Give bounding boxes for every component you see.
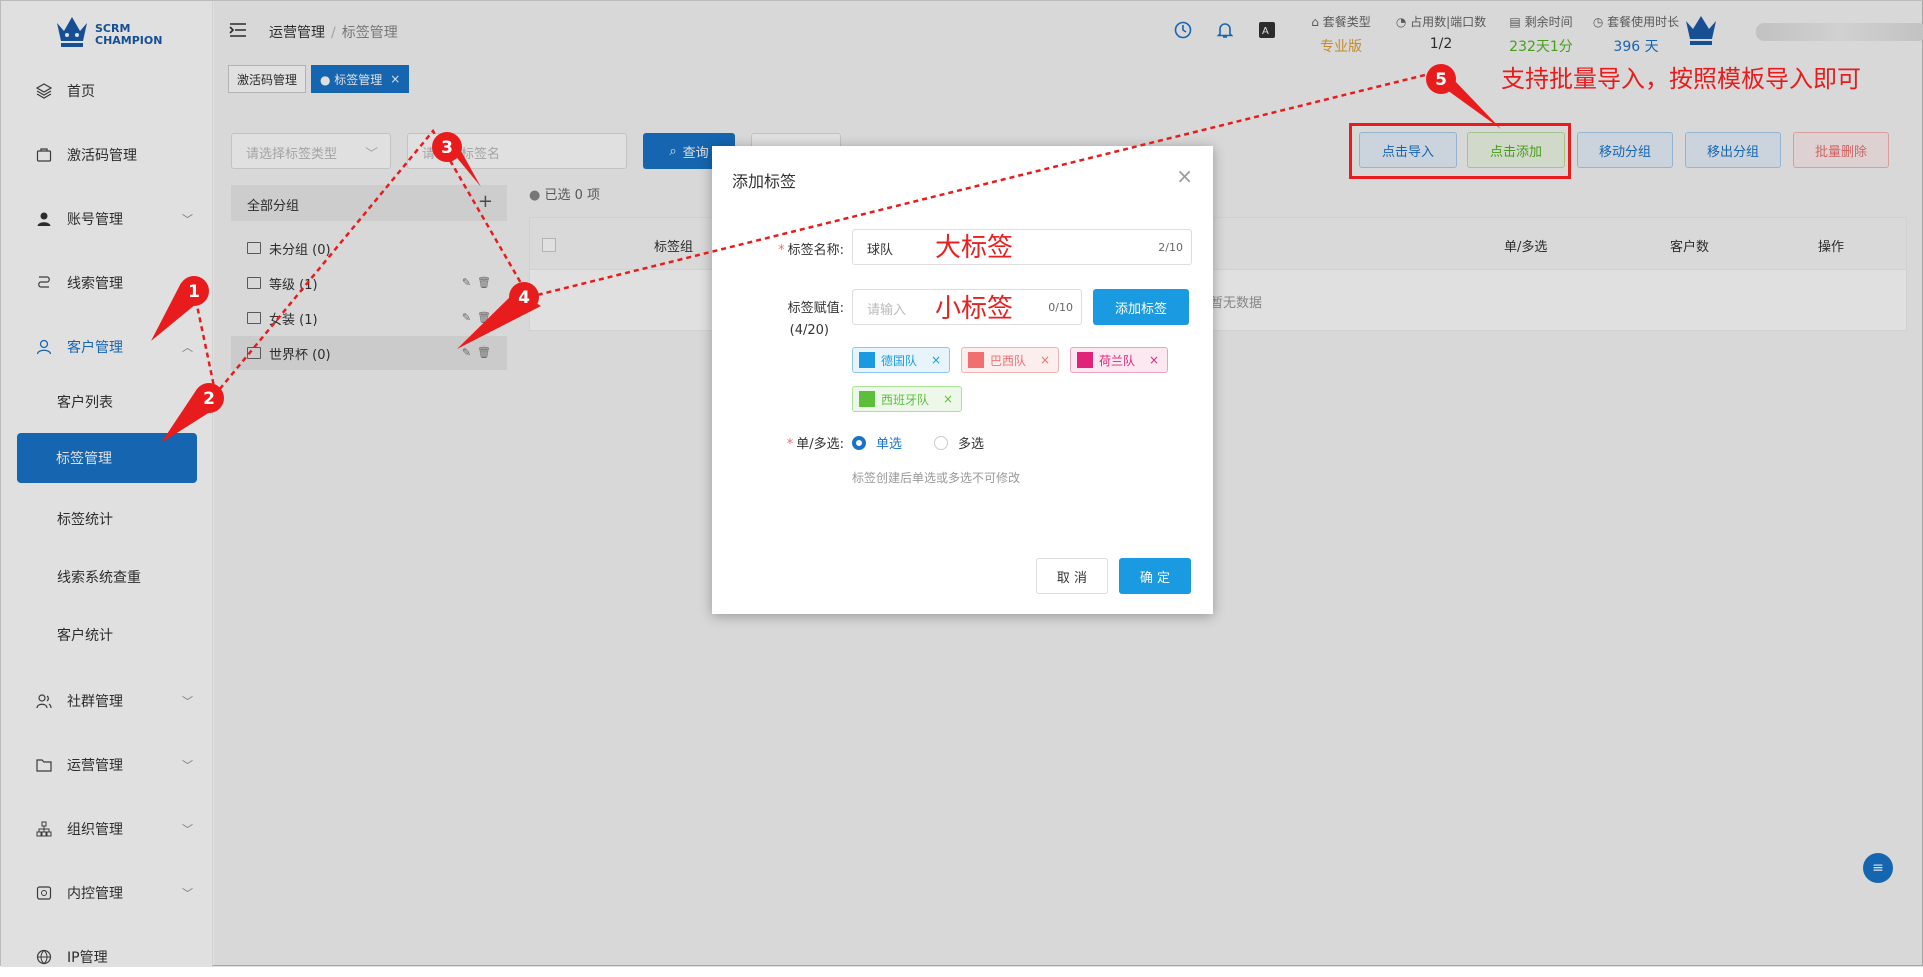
input-value: 球队 <box>867 243 894 258</box>
tag-chip: 西班牙队 × <box>852 386 963 412</box>
close-icon[interactable]: × <box>943 392 953 406</box>
tag-value-label: 标签赋值: (4/20) <box>732 298 844 342</box>
color-swatch[interactable] <box>968 352 984 368</box>
radio-indicator <box>852 435 866 450</box>
radio-label: 多选 <box>958 437 985 452</box>
button-label: 添加标签 <box>1114 301 1167 317</box>
chip-label: 西班牙队 <box>881 392 930 407</box>
label-count: (4/20) <box>789 323 829 338</box>
multi-select-radio[interactable]: 多选 <box>934 433 984 452</box>
required-mark: * <box>778 243 785 258</box>
char-count: 0/10 <box>1048 301 1073 314</box>
annotation-highlight-box <box>1349 123 1571 179</box>
dialog-title: 添加标签 <box>732 172 797 191</box>
add-tag-value-button[interactable]: 添加标签 <box>1093 289 1189 325</box>
radio-label: 单选 <box>876 437 903 452</box>
app-window: SCRM CHAMPION 首页 激活码管理 账号管理 ﹀ 线索管理 客户管理 … <box>0 0 1923 967</box>
single-select-radio[interactable]: 单选 <box>852 433 902 452</box>
radio-indicator <box>934 435 948 450</box>
color-swatch[interactable] <box>1077 352 1093 368</box>
label-text: 单/多选: <box>796 437 844 452</box>
annotation-small-tag: 小标签 <box>935 294 1014 324</box>
required-mark: * <box>786 437 794 452</box>
cancel-button[interactable]: 取 消 <box>1036 558 1108 594</box>
color-swatch[interactable] <box>859 391 875 407</box>
confirm-button[interactable]: 确 定 <box>1119 558 1191 594</box>
tag-name-label: * 标签名称: <box>732 239 844 258</box>
chip-label: 荷兰队 <box>1099 353 1136 368</box>
label-text: 标签赋值: <box>787 301 844 316</box>
close-icon[interactable]: × <box>1149 353 1159 367</box>
close-icon[interactable]: × <box>1176 164 1193 188</box>
tag-chip: 巴西队 × <box>961 347 1060 373</box>
select-mode-label: * 单/多选: <box>732 433 844 452</box>
label-text: 标签名称: <box>787 243 844 258</box>
chip-label: 巴西队 <box>990 353 1027 368</box>
annotation-big-tag: 大标签 <box>935 233 1014 263</box>
button-label: 确 定 <box>1139 570 1171 586</box>
tag-chip: 德国队 × <box>852 347 951 373</box>
close-icon[interactable]: × <box>931 353 941 367</box>
input-placeholder: 请输入 <box>867 303 907 318</box>
annotation-callout-text: 支持批量导入，按照模板导入即可 <box>1501 65 1861 93</box>
tag-chip: 荷兰队 × <box>1070 347 1169 373</box>
chip-label: 德国队 <box>881 353 918 368</box>
color-swatch[interactable] <box>859 352 875 368</box>
button-label: 取 消 <box>1056 570 1088 586</box>
char-count: 2/10 <box>1158 241 1183 254</box>
tag-name-field[interactable]: 球队 2/10 <box>852 229 1192 265</box>
select-mode-hint: 标签创建后单选或多选不可修改 <box>852 471 1021 485</box>
add-tag-dialog: 添加标签 × * 标签名称: 球队 2/10 标签赋值: (4/20) 请输入 0/… <box>712 146 1213 614</box>
close-icon[interactable]: × <box>1040 353 1050 367</box>
